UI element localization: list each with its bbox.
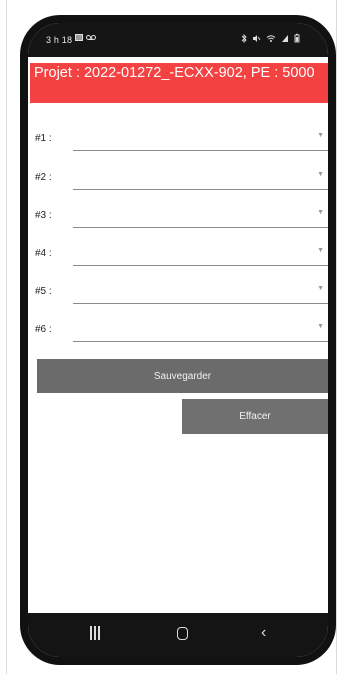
field-6-dropdown[interactable]: ▼ [73,314,328,342]
field-label-4: #4 : [35,248,52,259]
recents-icon[interactable] [90,626,104,642]
field-row-2: #2 : ▼ [35,162,328,190]
field-row-6: #6 : ▼ [35,314,328,342]
status-bar: 3 h 18 [28,23,328,57]
field-row-4: #4 : ▼ [35,238,328,266]
page-border-right [336,0,337,674]
field-5-dropdown[interactable]: ▼ [73,276,328,304]
dropdown-arrow-icon: ▼ [317,132,324,139]
phone-screen: 3 h 18 Projet: 2022-01272_-ECXX-902, PE… [28,23,328,657]
field-4-dropdown[interactable]: ▼ [73,238,328,266]
field-label-3: #3 : [35,210,52,221]
page-border-left [6,0,7,674]
clear-button[interactable]: Effacer [182,399,328,434]
field-2-dropdown[interactable]: ▼ [73,162,328,190]
voicemail-icon [86,35,96,40]
phone-frame: 3 h 18 Projet: 2022-01272_-ECXX-902, PE… [20,15,336,665]
mute-icon [253,34,261,42]
back-icon[interactable]: ‹ [261,624,266,642]
field-row-5: #5 : ▼ [35,276,328,304]
dropdown-arrow-icon: ▼ [317,209,324,216]
save-button[interactable]: Sauvegarder [37,359,328,393]
field-label-5: #5 : [35,286,52,297]
android-nav-bar: ‹ [28,613,328,657]
dropdown-arrow-icon: ▼ [317,285,324,292]
gallery-notification-icon [75,34,83,41]
field-label-1: #1 : [35,133,52,144]
project-title-banner: Projet : 2022-01272_-ECXX-902, PE : 5000 [30,63,328,103]
signal-icon [282,34,288,42]
field-label-2: #2 : [35,172,52,183]
field-row-1: #1 : ▼ [35,123,328,151]
status-time: 3 h 18 [46,35,73,45]
bluetooth-icon [241,33,247,43]
dropdown-arrow-icon: ▼ [317,247,324,254]
field-row-3: #3 : ▼ [35,200,328,228]
status-right-icons [241,33,300,43]
battery-icon [294,33,300,43]
field-1-dropdown[interactable]: ▼ [73,123,328,151]
home-icon[interactable] [177,627,188,640]
notification-icons [75,34,96,41]
field-label-6: #6 : [35,324,52,335]
dropdown-arrow-icon: ▼ [317,171,324,178]
dropdown-arrow-icon: ▼ [317,323,324,330]
wifi-icon [266,34,276,42]
field-3-dropdown[interactable]: ▼ [73,200,328,228]
